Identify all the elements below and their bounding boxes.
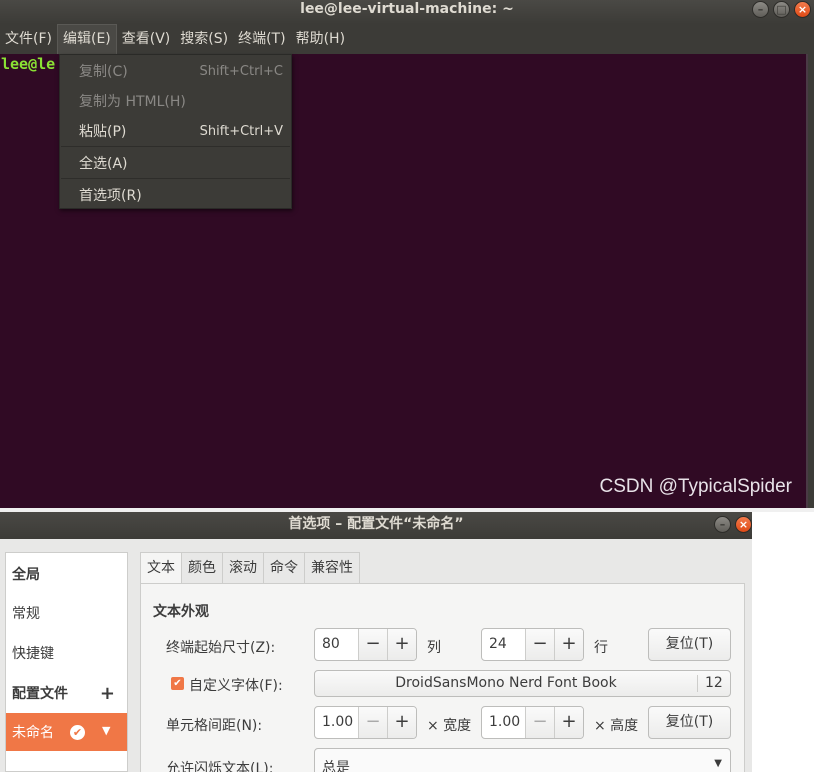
sidebar-item-general[interactable]: 常规 [6, 594, 127, 632]
menubar: 文件(F) 编辑(E) 查看(V) 搜索(S) 终端(T) 帮助(H) [0, 24, 814, 54]
menu-help[interactable]: 帮助(H) [291, 24, 350, 54]
tab-command[interactable]: 命令 [264, 552, 305, 584]
blink-label: 允许闪烁文本(L): [166, 761, 274, 772]
menu-item-paste[interactable]: 粘贴(P) Shift+Ctrl+V [60, 116, 291, 146]
menu-edit[interactable]: 编辑(E) [56, 24, 117, 54]
increment-icon[interactable]: + [554, 707, 583, 738]
height-spacing-spinner[interactable]: 1.00 − + [481, 706, 584, 739]
custom-font-label: 自定义字体(F): [189, 678, 283, 694]
blink-value: 总是 [322, 760, 350, 772]
tab-text[interactable]: 文本 [140, 552, 182, 584]
minimize-icon[interactable]: – [752, 1, 769, 18]
edit-dropdown-menu: 复制(C) Shift+Ctrl+C 复制为 HTML(H) 粘贴(P) Shi… [59, 54, 292, 209]
menu-item-label: 首选项(R) [79, 188, 142, 204]
menu-search[interactable]: 搜索(S) [175, 24, 233, 54]
font-chooser-button[interactable]: DroidSansMono Nerd Font Book 12 [314, 670, 731, 697]
decrement-icon[interactable]: − [525, 707, 554, 738]
menu-item-copy-html[interactable]: 复制为 HTML(H) [60, 86, 291, 116]
columns-unit: 列 [427, 640, 441, 656]
menu-file[interactable]: 文件(F) [0, 24, 57, 54]
menu-item-accelerator: Shift+Ctrl+C [199, 63, 283, 79]
menu-terminal[interactable]: 终端(T) [233, 24, 290, 54]
custom-font-checkbox[interactable]: ✔ [171, 677, 184, 690]
increment-icon[interactable]: + [387, 707, 416, 738]
width-spacing-value[interactable]: 1.00 [315, 707, 358, 738]
decrement-icon[interactable]: − [525, 629, 554, 660]
shell-prompt: lee@le [1, 55, 56, 73]
menu-item-label: 复制为 HTML(H) [79, 94, 186, 110]
dropdown-arrow-icon: ▼ [714, 758, 722, 769]
decrement-icon[interactable]: − [358, 629, 387, 660]
tab-scrolling[interactable]: 滚动 [223, 552, 264, 584]
reset-size-button[interactable]: 复位(T) [648, 628, 731, 661]
height-unit: × 高度 [594, 718, 639, 734]
menu-item-label: 全选(A) [79, 156, 128, 172]
menu-separator [61, 146, 290, 147]
terminal-titlebar[interactable]: lee@lee-virtual-machine: ~ – □ × [0, 0, 814, 24]
rows-value[interactable]: 24 [482, 629, 525, 660]
profile-menu-chevron-icon[interactable]: ▼ [102, 724, 110, 737]
tab-colors[interactable]: 颜色 [182, 552, 223, 584]
font-name: DroidSansMono Nerd Font Book [395, 675, 617, 691]
width-spacing-spinner[interactable]: 1.00 − + [314, 706, 417, 739]
menu-item-label: 复制(C) [79, 64, 128, 80]
terminal-scrollbar[interactable] [808, 54, 814, 508]
sidebar-header-label: 配置文件 [12, 686, 68, 702]
profile-tabs: 文本 颜色 滚动 命令 兼容性 [140, 552, 360, 584]
reset-spacing-button[interactable]: 复位(T) [648, 706, 731, 739]
section-title: 文本外观 [153, 604, 209, 620]
blink-dropdown[interactable]: 总是 ▼ [314, 748, 731, 772]
maximize-icon[interactable]: □ [773, 1, 790, 18]
sidebar-item-shortcuts[interactable]: 快捷键 [6, 634, 127, 672]
divider [697, 675, 698, 692]
rows-unit: 行 [594, 640, 608, 656]
columns-spinner[interactable]: 80 − + [314, 628, 417, 661]
columns-value[interactable]: 80 [315, 629, 358, 660]
window-title: lee@lee-virtual-machine: ~ [300, 1, 514, 17]
watermark: CSDN @TypicalSpider [599, 476, 792, 497]
size-label: 终端起始尺寸(Z): [166, 640, 276, 656]
font-size: 12 [705, 675, 723, 691]
preferences-dialog: 首选项 – 配置文件“未命名” – × 全局 常规 快捷键 配置文件 + 未命名… [0, 512, 752, 772]
close-icon[interactable]: × [735, 516, 752, 533]
sidebar-header-global: 全局 [12, 567, 40, 583]
increment-icon[interactable]: + [387, 629, 416, 660]
add-profile-icon[interactable]: + [100, 683, 115, 704]
increment-icon[interactable]: + [554, 629, 583, 660]
menu-view[interactable]: 查看(V) [117, 24, 176, 54]
menu-item-copy[interactable]: 复制(C) Shift+Ctrl+C [60, 56, 291, 86]
menu-item-select-all[interactable]: 全选(A) [60, 148, 291, 178]
tab-compatibility[interactable]: 兼容性 [305, 552, 360, 584]
sidebar-header-profiles: 配置文件 + [6, 674, 127, 712]
minimize-icon[interactable]: – [714, 516, 731, 533]
decrement-icon[interactable]: − [358, 707, 387, 738]
menu-separator [61, 178, 290, 179]
width-unit: × 宽度 [427, 718, 472, 734]
menu-item-accelerator: Shift+Ctrl+V [199, 123, 283, 139]
default-profile-check-icon: ✔ [70, 725, 85, 740]
height-spacing-value[interactable]: 1.00 [482, 707, 525, 738]
rows-spinner[interactable]: 24 − + [481, 628, 584, 661]
preferences-sidebar: 全局 常规 快捷键 配置文件 + 未命名 ✔ ▼ [5, 552, 128, 772]
menu-item-preferences[interactable]: 首选项(R) [60, 180, 291, 210]
sidebar-item-profile-unnamed[interactable]: 未命名 ✔ ▼ [6, 713, 127, 751]
cell-spacing-label: 单元格间距(N): [166, 718, 263, 734]
preferences-titlebar[interactable]: 首选项 – 配置文件“未命名” – × [0, 512, 752, 539]
desktop-background [752, 512, 814, 772]
close-icon[interactable]: × [794, 1, 811, 18]
dialog-title: 首选项 – 配置文件“未命名” [288, 516, 464, 532]
menu-item-label: 粘贴(P) [79, 124, 127, 140]
profile-name: 未命名 [12, 725, 54, 741]
